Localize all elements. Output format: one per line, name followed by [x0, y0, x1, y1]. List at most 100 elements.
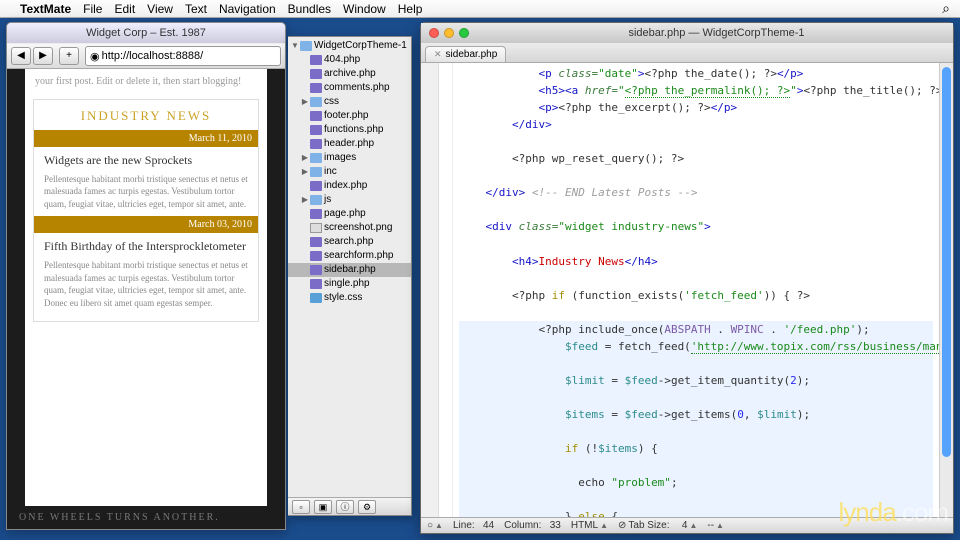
scrollbar-thumb[interactable]: [942, 67, 951, 457]
industry-news-widget: INDUSTRY NEWS March 11, 2010 Widgets are…: [33, 99, 259, 322]
fold-gutter[interactable]: [439, 63, 453, 517]
php-icon: [310, 125, 322, 135]
file-header-php[interactable]: header.php: [288, 137, 411, 151]
page-content: your first post. Edit or delete it, then…: [25, 69, 267, 517]
tree-label: js: [324, 193, 331, 207]
post-excerpt: Pellentesque habitant morbi tristique se…: [34, 171, 258, 217]
editor-window: sidebar.php — WidgetCorpTheme-1 ✕ sideba…: [420, 22, 954, 534]
line-indicator: Line: 44: [453, 520, 494, 531]
menu-bundles[interactable]: Bundles: [288, 2, 331, 16]
tab-close-icon[interactable]: ✕: [434, 49, 442, 60]
folder-icon: [310, 97, 322, 107]
app-name[interactable]: TextMate: [20, 2, 71, 16]
gear-button[interactable]: ⚙: [358, 500, 376, 514]
zoom-button[interactable]: [459, 28, 469, 38]
tree-label: functions.php: [324, 123, 384, 137]
php-icon: [310, 209, 322, 219]
tabsize-picker[interactable]: ⊘ Tab Size: 4 ▲: [618, 520, 697, 531]
disclosure-icon[interactable]: ▶: [300, 193, 310, 207]
file-searchform-php[interactable]: searchform.php: [288, 249, 411, 263]
file-functions-php[interactable]: functions.php: [288, 123, 411, 137]
file-404-php[interactable]: 404.php: [288, 53, 411, 67]
file-screenshot-png[interactable]: screenshot.png: [288, 221, 411, 235]
code-area: <p class="date"><?php the_date(); ?></p>…: [421, 63, 953, 517]
menu-edit[interactable]: Edit: [114, 2, 135, 16]
tree-label: sidebar.php: [324, 263, 376, 277]
file-index-php[interactable]: index.php: [288, 179, 411, 193]
post-title[interactable]: Widgets are the new Sprockets: [34, 147, 258, 171]
php-icon: [310, 111, 322, 121]
php-icon: [310, 237, 322, 247]
site-tagline: ONE WHEELS TURNS ANOTHER.: [7, 506, 285, 529]
spotlight-icon[interactable]: ⌕: [942, 0, 950, 17]
vertical-scrollbar[interactable]: [939, 63, 953, 517]
traffic-lights: [421, 28, 477, 38]
tree-label: images: [324, 151, 356, 165]
browser-title: Widget Corp – Est. 1987: [7, 23, 285, 43]
info-button[interactable]: ⓘ: [336, 500, 354, 514]
disclosure-icon[interactable]: ▶: [300, 151, 310, 165]
line-gutter[interactable]: [421, 63, 439, 517]
tab-bar: ✕ sidebar.php: [421, 43, 953, 63]
tab-label: sidebar.php: [446, 49, 498, 60]
file-sidebar-php[interactable]: sidebar.php: [288, 263, 411, 277]
language-picker[interactable]: HTML ▲: [571, 520, 608, 531]
new-file-button[interactable]: ▫: [292, 500, 310, 514]
post-title[interactable]: Fifth Birthday of the Intersprockletomet…: [34, 233, 258, 257]
back-button[interactable]: ◀: [11, 47, 31, 65]
tab-sidebar-php[interactable]: ✕ sidebar.php: [425, 46, 506, 62]
menu-file[interactable]: File: [83, 2, 102, 16]
file-search-php[interactable]: search.php: [288, 235, 411, 249]
php-icon: [310, 69, 322, 79]
menu-window[interactable]: Window: [343, 2, 386, 16]
url-input[interactable]: [102, 50, 276, 62]
php-icon: [310, 55, 322, 65]
file-inc[interactable]: ▶inc: [288, 165, 411, 179]
file-page-php[interactable]: page.php: [288, 207, 411, 221]
disclosure-icon[interactable]: ▼: [290, 39, 300, 53]
tree-label: page.php: [324, 207, 366, 221]
tree-label: archive.php: [324, 67, 376, 81]
php-icon: [310, 139, 322, 149]
php-icon: [310, 181, 322, 191]
tree-root[interactable]: ▼ WidgetCorpTheme-1: [288, 39, 411, 53]
folder-icon: [310, 167, 322, 177]
file-css[interactable]: ▶ css: [288, 95, 411, 109]
menu-view[interactable]: View: [147, 2, 173, 16]
forward-button[interactable]: ▶: [33, 47, 53, 65]
tree-label: footer.php: [324, 109, 368, 123]
php-icon: [310, 265, 322, 275]
new-folder-button[interactable]: ▣: [314, 500, 332, 514]
post-date: March 11, 2010: [34, 130, 258, 147]
minimize-button[interactable]: [444, 28, 454, 38]
close-button[interactable]: [429, 28, 439, 38]
symbol-picker[interactable]: -- ▲: [707, 520, 724, 531]
address-bar[interactable]: ◉: [85, 46, 281, 66]
php-icon: [310, 279, 322, 289]
bundle-picker[interactable]: ○ ▲: [427, 520, 443, 531]
drawer-toolbar: ▫ ▣ ⓘ ⚙: [288, 497, 411, 515]
tree-label: searchform.php: [324, 249, 393, 263]
img-icon: [310, 223, 322, 233]
menu-help[interactable]: Help: [398, 2, 423, 16]
file-js[interactable]: ▶ js: [288, 193, 411, 207]
add-button[interactable]: +: [59, 47, 79, 65]
tree-label: css: [324, 95, 339, 109]
file-archive-php[interactable]: archive.php: [288, 67, 411, 81]
file-footer-php[interactable]: footer.php: [288, 109, 411, 123]
globe-icon: ◉: [90, 50, 100, 63]
menu-text[interactable]: Text: [185, 2, 207, 16]
post-excerpt: Pellentesque habitant morbi tristique se…: [34, 257, 258, 315]
intro-text: your first post. Edit or delete it, then…: [25, 69, 267, 97]
disclosure-icon[interactable]: ▶: [300, 165, 310, 179]
file-comments-php[interactable]: comments.php: [288, 81, 411, 95]
disclosure-icon[interactable]: ▶: [300, 95, 310, 109]
php-icon: [310, 83, 322, 93]
tree-label: 404.php: [324, 53, 360, 67]
css-icon: [310, 293, 322, 303]
file-single-php[interactable]: single.php: [288, 277, 411, 291]
code-editor[interactable]: <p class="date"><?php the_date(); ?></p>…: [453, 63, 939, 517]
file-images[interactable]: ▶ images: [288, 151, 411, 165]
menu-navigation[interactable]: Navigation: [219, 2, 276, 16]
file-style-css[interactable]: style.css: [288, 291, 411, 305]
